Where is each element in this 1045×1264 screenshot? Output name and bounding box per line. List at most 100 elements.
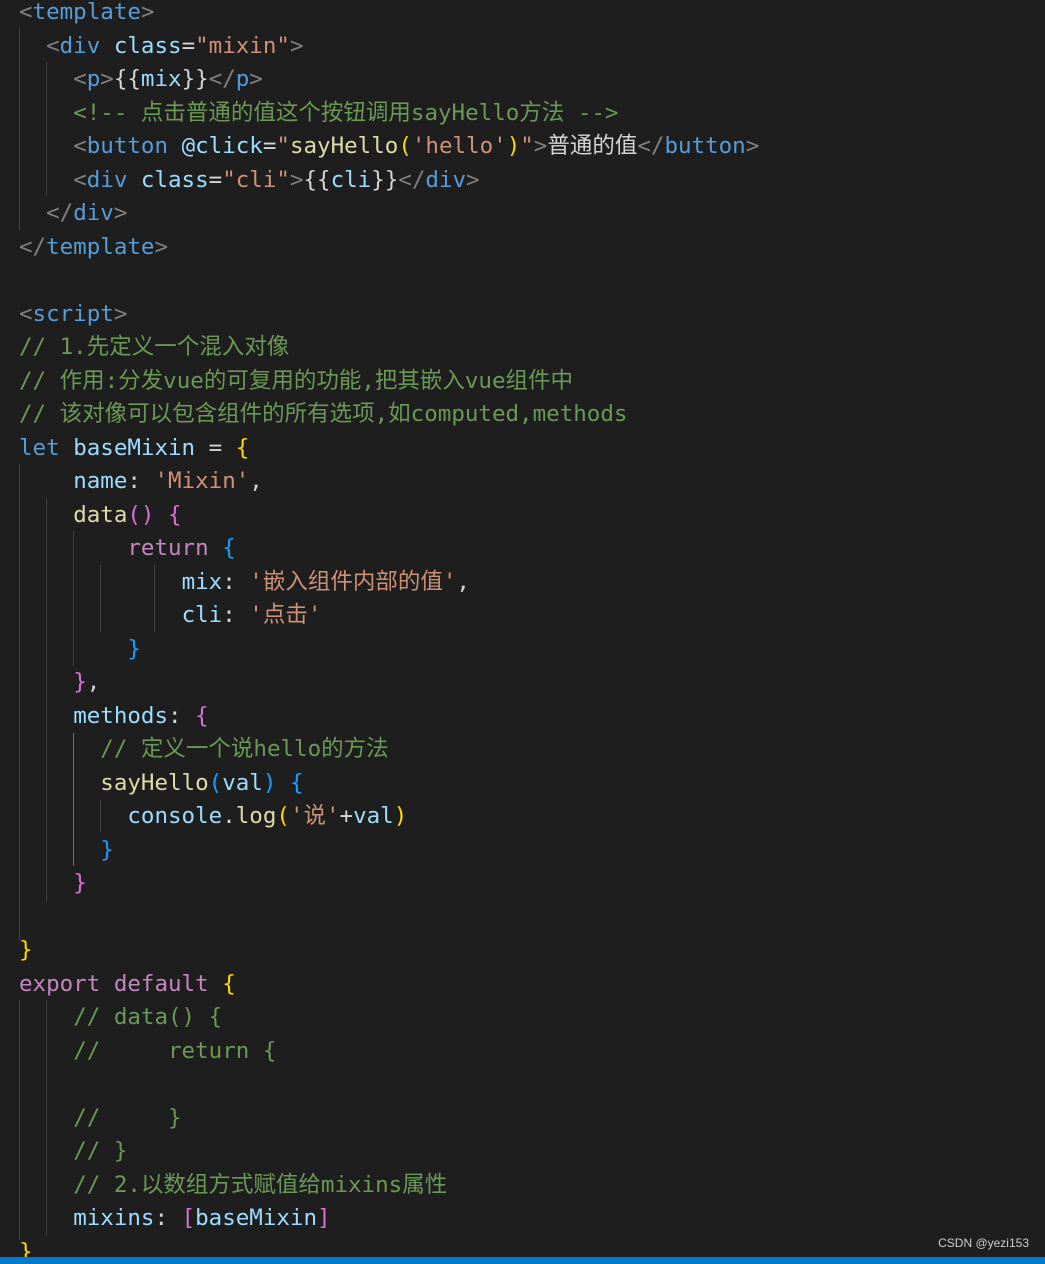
- code-token: sayHello: [289, 133, 399, 159]
- code-line[interactable]: <!-- 点击普通的值这个按钮调用sayHello方法 -->: [0, 97, 1045, 130]
- code-token: (: [276, 803, 290, 829]
- code-token: '点击': [249, 602, 322, 628]
- code-token: 'Mixin': [154, 468, 250, 494]
- code-line[interactable]: [0, 264, 1045, 297]
- code-token: sayHello: [100, 769, 209, 796]
- code-token: cli: [330, 166, 372, 193]
- code-line[interactable]: name: 'Mixin',: [0, 465, 1045, 498]
- code-line[interactable]: // 作用:分发vue的可复用的功能,把其嵌入vue组件中: [0, 365, 1045, 398]
- code-token: // 定义一个说hello的方法: [100, 736, 389, 762]
- code-line[interactable]: methods: {: [0, 700, 1045, 733]
- code-token: val: [222, 769, 263, 796]
- code-line[interactable]: }: [0, 834, 1045, 867]
- code-line[interactable]: sayHello(val) {: [0, 767, 1045, 800]
- code-editor[interactable]: <template> <div class="mixin"> <p>{{mix}…: [0, 0, 1045, 1264]
- code-token: {{: [113, 66, 141, 92]
- code-line[interactable]: [0, 1068, 1045, 1101]
- code-line[interactable]: <script>: [0, 298, 1045, 331]
- code-token: {: [222, 535, 236, 561]
- code-line[interactable]: }: [0, 934, 1045, 967]
- code-token: template: [46, 233, 155, 260]
- code-line[interactable]: }: [0, 867, 1045, 900]
- code-line[interactable]: // return {: [0, 1035, 1045, 1068]
- code-line[interactable]: <button @click="sayHello('hello')">普通的值<…: [0, 130, 1045, 163]
- code-token: "mixin": [195, 32, 290, 59]
- code-line[interactable]: export default {: [0, 968, 1045, 1001]
- code-token: ": [520, 133, 534, 159]
- code-token: </: [398, 166, 426, 193]
- code-token: log: [235, 803, 277, 829]
- code-line[interactable]: },: [0, 666, 1045, 699]
- code-token: mix: [181, 568, 223, 595]
- code-token: (): [127, 501, 155, 528]
- code-line[interactable]: // }: [0, 1102, 1045, 1135]
- code-token: =: [208, 166, 223, 193]
- code-token: }}: [371, 166, 399, 193]
- code-line[interactable]: return {: [0, 532, 1045, 565]
- code-token: <: [73, 133, 87, 159]
- code-token: ": [276, 133, 290, 159]
- code-line[interactable]: <div class="cli">{{cli}}</div>: [0, 164, 1045, 197]
- code-line[interactable]: console.log('说'+val): [0, 800, 1045, 833]
- watermark: CSDN @yezi153: [938, 1236, 1029, 1250]
- code-token: >: [100, 66, 114, 92]
- code-line[interactable]: mix: '嵌入组件内部的值',: [0, 566, 1045, 599]
- code-line[interactable]: cli: '点击': [0, 599, 1045, 632]
- code-token: </: [19, 233, 47, 260]
- code-token: }: [19, 937, 33, 963]
- code-line[interactable]: }: [0, 633, 1045, 666]
- code-line[interactable]: // data() {: [0, 1001, 1045, 1034]
- code-token: }: [100, 836, 114, 863]
- code-token: name: [73, 468, 128, 494]
- code-token: <: [46, 32, 60, 59]
- code-token: mixins: [73, 1205, 155, 1231]
- code-token: // }: [73, 1104, 182, 1131]
- code-line[interactable]: // 2.以数组方式赋值给mixins属性: [0, 1169, 1045, 1202]
- code-line[interactable]: </template>: [0, 231, 1045, 264]
- code-token: </: [637, 133, 665, 159]
- code-line[interactable]: <template>: [0, 0, 1045, 29]
- code-line[interactable]: [0, 901, 1045, 934]
- code-line[interactable]: data() {: [0, 499, 1045, 532]
- code-line[interactable]: </div>: [0, 197, 1045, 230]
- code-token: =: [262, 133, 277, 159]
- code-token: =: [181, 32, 196, 59]
- code-token: {: [235, 434, 250, 461]
- code-line[interactable]: <p>{{mix}}</p>: [0, 63, 1045, 96]
- code-token: {: [168, 501, 182, 528]
- code-line[interactable]: // }: [0, 1135, 1045, 1168]
- code-token: .: [222, 803, 236, 829]
- code-token: div: [86, 166, 128, 193]
- code-token: (: [398, 133, 412, 159]
- code-line[interactable]: // 1.先定义一个混入对像: [0, 331, 1045, 364]
- code-token: </: [208, 66, 236, 92]
- code-token: >: [745, 133, 760, 159]
- code-token: }}: [181, 66, 209, 92]
- code-token: {: [222, 970, 236, 997]
- code-token: // return {: [73, 1037, 277, 1064]
- code-line[interactable]: // 定义一个说hello的方法: [0, 733, 1045, 766]
- code-token: }: [73, 870, 87, 896]
- code-token: // 1.先定义一个混入对像: [19, 334, 290, 360]
- code-token: // 该对像可以包含组件的所有选项,如computed,methods: [19, 401, 628, 427]
- code-line[interactable]: let baseMixin = {: [0, 432, 1045, 465]
- code-token: // }: [73, 1138, 128, 1164]
- code-token: }: [127, 635, 141, 662]
- code-token: >: [533, 133, 548, 159]
- code-token: </: [46, 200, 74, 226]
- code-line[interactable]: mixins: [baseMixin]: [0, 1202, 1045, 1235]
- code-token: {: [195, 702, 209, 729]
- code-line[interactable]: <div class="mixin">: [0, 30, 1045, 63]
- code-token: methods: [73, 702, 169, 729]
- code-line[interactable]: // 该对像可以包含组件的所有选项,如computed,methods: [0, 398, 1045, 431]
